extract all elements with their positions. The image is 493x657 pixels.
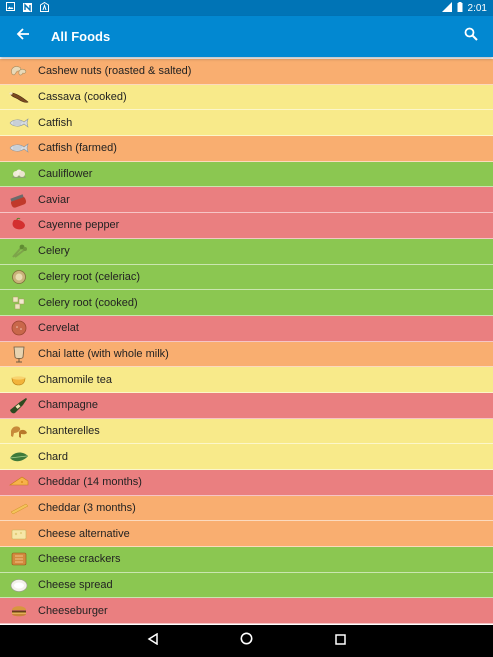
list-item[interactable]: Cervelat — [0, 315, 493, 342]
status-time: 2:01 — [467, 2, 487, 14]
food-name: Celery — [38, 245, 70, 258]
food-name: Chanterelles — [38, 424, 100, 437]
burger-icon — [8, 602, 30, 620]
list-item[interactable]: Cheeseburger — [0, 598, 493, 625]
food-name: Cashew nuts (roasted & salted) — [38, 65, 192, 78]
list-item[interactable]: Cayenne pepper — [0, 213, 493, 239]
latte-glass-icon — [8, 345, 30, 363]
food-name: Catfish — [38, 116, 73, 129]
status-bar: 2:01 — [0, 0, 493, 16]
spread-icon — [8, 576, 30, 594]
search-icon — [464, 27, 478, 46]
cassava-icon — [8, 88, 30, 106]
list-item[interactable]: Cheddar (14 months) — [0, 470, 493, 496]
n-notification-icon — [23, 2, 32, 14]
cashew-icon — [8, 62, 30, 80]
cheese-wedge-icon — [8, 473, 30, 491]
food-name: Celery root (celeriac) — [38, 270, 141, 283]
food-name: Cheddar (3 months) — [38, 502, 136, 515]
list-item[interactable]: Catfish — [0, 110, 493, 137]
list-item[interactable]: Celery root (celeriac) — [0, 264, 493, 291]
nav-recents-button[interactable] — [326, 626, 356, 656]
battery-icon — [457, 1, 463, 15]
system-nav-bar — [0, 625, 493, 657]
celery-root-icon — [8, 268, 30, 286]
food-name: Cheese crackers — [38, 553, 121, 566]
food-name: Cassava (cooked) — [38, 91, 127, 104]
food-list[interactable]: Cashew nuts (roasted & salted) Cassava (c… — [0, 59, 493, 625]
food-name: Cheddar (14 months) — [38, 476, 142, 489]
celery-root-cooked-icon — [8, 294, 30, 312]
food-name: Celery root (cooked) — [38, 296, 138, 309]
leaf-icon — [8, 448, 30, 466]
list-item[interactable]: Chamomile tea — [0, 367, 493, 393]
image-notification-icon — [6, 2, 15, 14]
home-circle-icon — [240, 632, 253, 650]
a-notification-icon — [40, 1, 49, 15]
list-item[interactable]: Cheese spread — [0, 572, 493, 599]
list-item[interactable]: Cashew nuts (roasted & salted) — [0, 59, 493, 85]
list-item[interactable]: Chanterelles — [0, 418, 493, 445]
food-name: Cheeseburger — [38, 604, 108, 617]
cracker-icon — [8, 550, 30, 568]
list-item[interactable]: Chard — [0, 444, 493, 470]
status-left-icons — [6, 1, 49, 15]
tea-cup-icon — [8, 371, 30, 389]
food-name: Champagne — [38, 399, 98, 412]
search-button[interactable] — [449, 16, 493, 57]
recents-square-icon — [335, 632, 346, 650]
list-item[interactable]: Cheddar (3 months) — [0, 495, 493, 522]
food-name: Cheese alternative — [38, 527, 130, 540]
app-bar: All Foods — [0, 16, 493, 57]
food-name: Cayenne pepper — [38, 219, 120, 232]
list-item[interactable]: Cheese crackers — [0, 547, 493, 573]
fish-icon — [8, 114, 30, 132]
food-name: Chamomile tea — [38, 373, 112, 386]
list-item[interactable]: Celery — [0, 238, 493, 265]
mushroom-icon — [8, 422, 30, 440]
food-name: Cervelat — [38, 322, 79, 335]
signal-lte-icon — [441, 1, 452, 15]
back-triangle-icon — [147, 632, 159, 650]
food-name: Cheese spread — [38, 579, 113, 592]
nav-home-button[interactable] — [232, 626, 262, 656]
cauliflower-icon — [8, 165, 30, 183]
food-name: Catfish (farmed) — [38, 142, 117, 155]
cheese-alt-icon — [8, 525, 30, 543]
bottle-icon — [8, 396, 30, 414]
list-item[interactable]: Catfish (farmed) — [0, 136, 493, 162]
list-item[interactable]: Caviar — [0, 187, 493, 214]
list-item[interactable]: Celery root (cooked) — [0, 290, 493, 316]
cheese-slice-icon — [8, 499, 30, 517]
fish-icon — [8, 139, 30, 157]
list-item[interactable]: Champagne — [0, 392, 493, 419]
food-name: Chard — [38, 450, 68, 463]
list-item[interactable]: Cheese alternative — [0, 521, 493, 548]
list-item[interactable]: Cauliflower — [0, 161, 493, 188]
status-right-icons: 2:01 — [441, 1, 487, 15]
page-title: All Foods — [51, 29, 111, 44]
back-button[interactable] — [0, 16, 46, 57]
pepper-icon — [8, 216, 30, 234]
arrow-back-icon — [16, 27, 30, 46]
food-name: Cauliflower — [38, 168, 93, 181]
food-name: Caviar — [38, 193, 70, 206]
sausage-icon — [8, 319, 30, 337]
nav-back-button[interactable] — [138, 626, 168, 656]
caviar-icon — [8, 191, 30, 209]
food-name: Chai latte (with whole milk) — [38, 347, 169, 360]
celery-icon — [8, 242, 30, 260]
list-item[interactable]: Chai latte (with whole milk) — [0, 341, 493, 368]
list-item[interactable]: Cassava (cooked) — [0, 84, 493, 111]
